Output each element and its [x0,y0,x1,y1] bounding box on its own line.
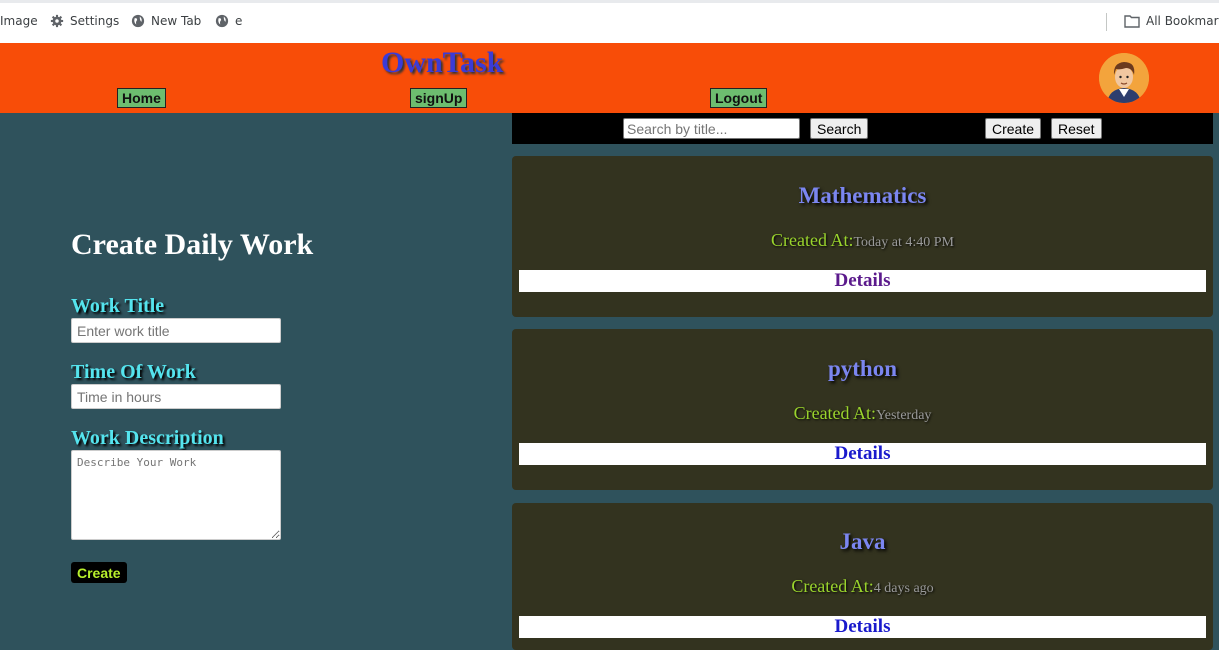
bookmarks-divider [1106,13,1107,31]
bookmark-settings[interactable]: Settings [50,14,119,28]
brand-logo[interactable]: OwnTask [381,46,503,80]
bookmark-e[interactable]: e [215,14,242,28]
bookmark-image[interactable]: Image [0,14,38,28]
created-time: 4 days ago [873,581,934,596]
globe-icon [131,14,145,28]
work-title-label: Work Title [71,295,165,317]
created-label: Created At: [771,230,854,250]
card-title: Java [839,529,886,554]
details-button[interactable]: Details [519,270,1206,292]
gear-icon [50,14,64,28]
bookmark-new-tab[interactable]: New Tab [131,14,201,28]
all-bookmarks-label: All Bookmark [1146,14,1219,28]
card-created: Created At:Yesterday [512,403,1213,424]
reset-button[interactable]: Reset [1051,118,1102,139]
time-of-work-input[interactable] [71,384,281,409]
search-button[interactable]: Search [810,118,869,139]
card-title: python [827,356,898,381]
bookmark-label: New Tab [151,14,202,28]
work-title-input[interactable] [71,318,281,343]
search-input[interactable] [623,118,800,139]
created-time: Yesterday [876,408,932,423]
search-bar: Search Create Reset [512,113,1213,144]
create-work-button[interactable]: Create [71,562,127,583]
bookmark-label: Settings [70,14,120,28]
work-description-label: Work Description [71,427,224,449]
card-created: Created At:Today at 4:40 PM [512,230,1213,251]
avatar-image [1099,53,1149,103]
created-label: Created At: [791,576,874,596]
bookmark-label: e [235,14,243,28]
card-title: Mathematics [798,183,927,208]
task-card: Java Created At:4 days ago Details [512,503,1213,650]
nav-logout-button[interactable]: Logout [710,88,768,108]
nav-home-button[interactable]: Home [117,88,166,108]
all-bookmarks[interactable]: All Bookmark [1124,14,1219,28]
site-header: OwnTask Home signUp Logout [0,43,1219,113]
nav-signup-button[interactable]: signUp [410,88,468,108]
task-card: Mathematics Created At:Today at 4:40 PM … [512,156,1213,317]
bookmarks-bar: Image Settings New Tab e All Bookmark [0,0,1219,43]
work-description-textarea[interactable] [71,450,281,540]
details-button[interactable]: Details [519,616,1206,638]
created-label: Created At: [793,403,877,423]
form-title: Create Daily Work [71,228,314,261]
create-button[interactable]: Create [985,118,1042,139]
time-of-work-label: Time Of Work [71,361,196,383]
task-card: python Created At:Yesterday Details [512,329,1213,490]
avatar[interactable] [1099,53,1149,103]
details-button[interactable]: Details [519,443,1206,465]
created-time: Today at 4:40 PM [853,235,954,250]
globe-icon [215,14,229,28]
folder-icon [1124,15,1140,28]
card-created: Created At:4 days ago [512,576,1213,597]
bookmark-label: Image [0,14,38,28]
